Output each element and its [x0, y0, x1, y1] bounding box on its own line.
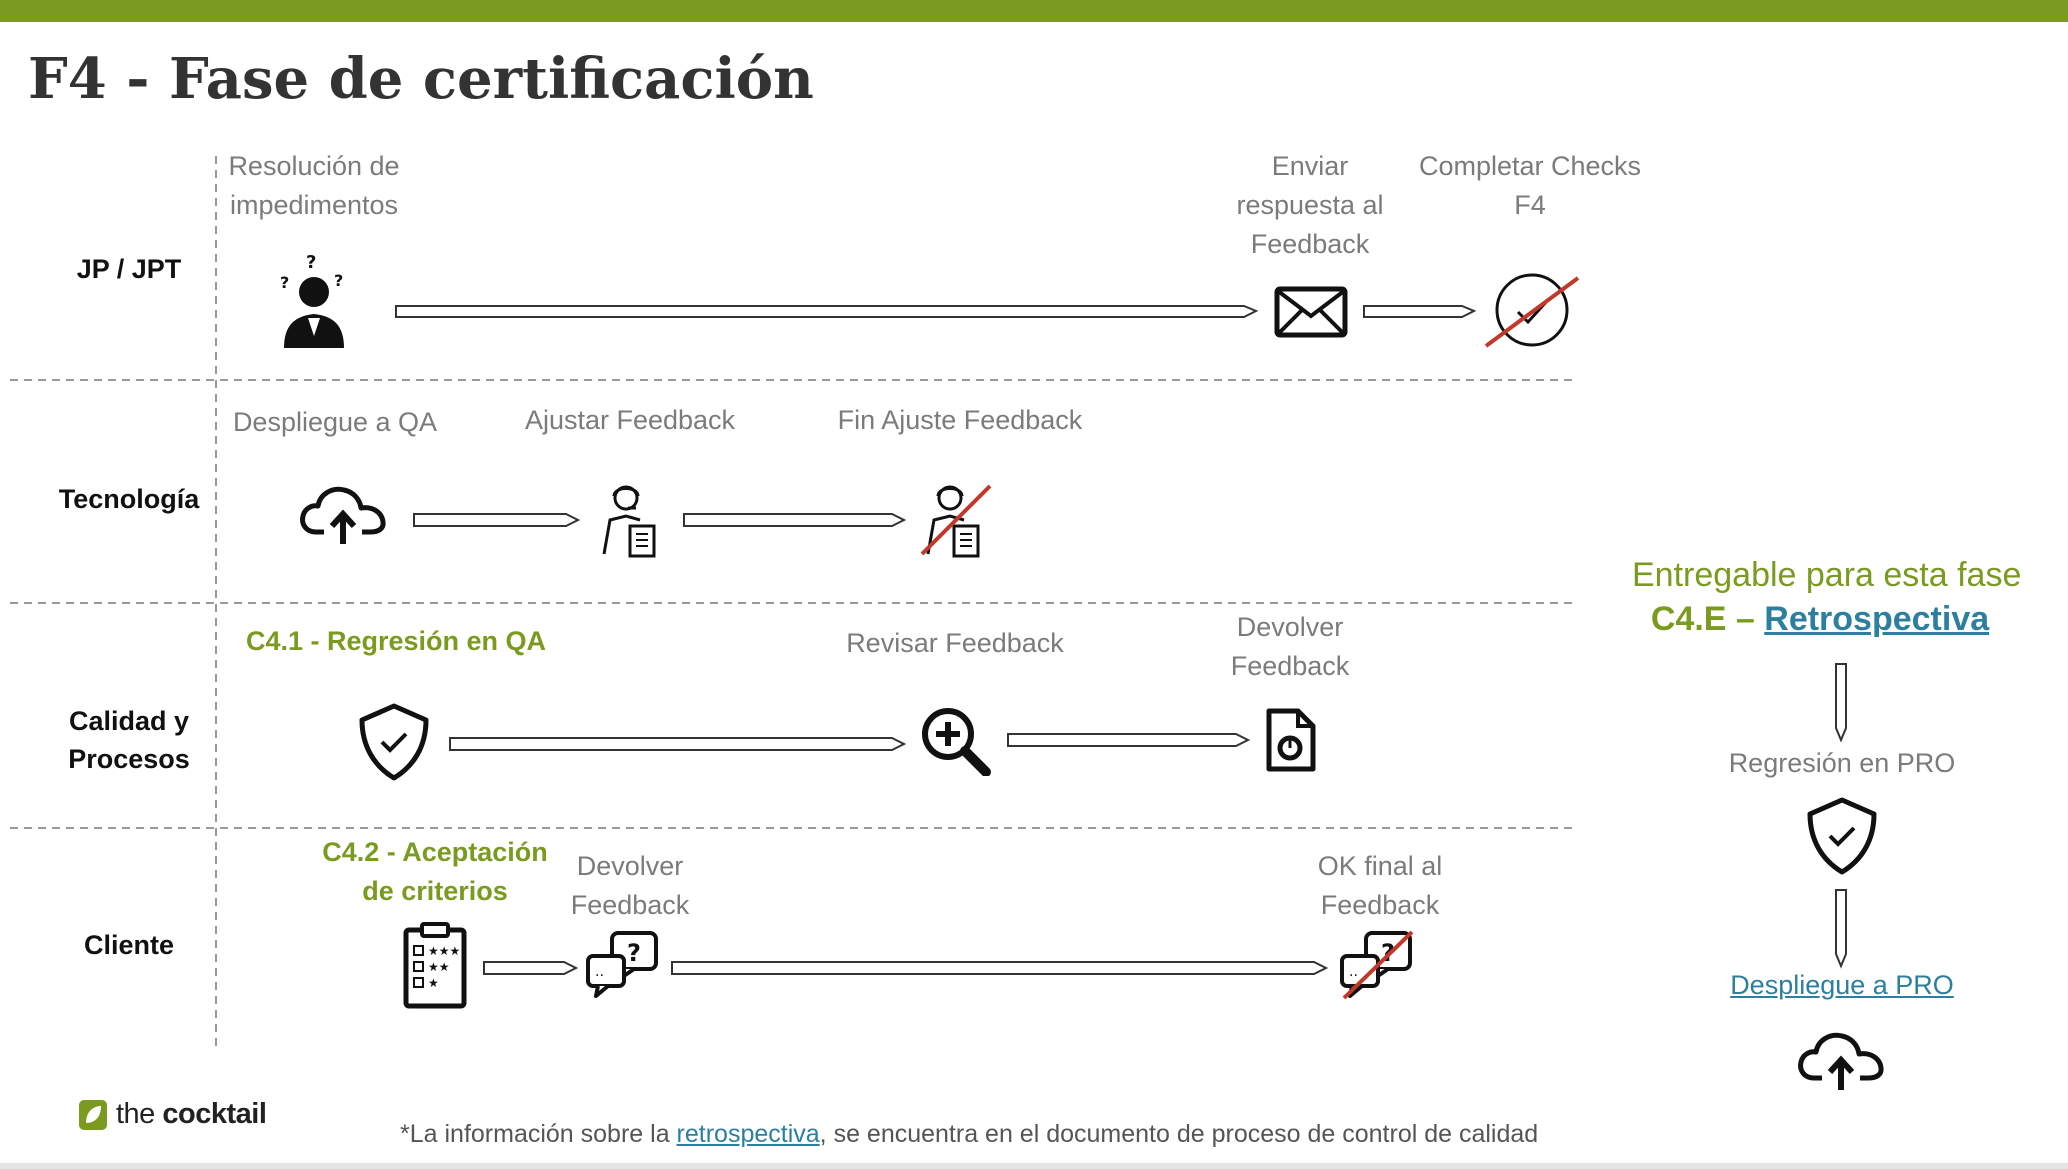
svg-text:..: .. [595, 964, 604, 980]
label-fin-ajuste: Fin Ajuste Feedback [837, 405, 1083, 435]
retrospectiva-link[interactable]: Retrospectiva [1764, 600, 1989, 638]
lane-calidad-line2: Procesos [68, 744, 190, 774]
svg-text:?: ? [334, 271, 343, 290]
lane-tecnologia: Tecnología [58, 484, 200, 514]
label-despliegue-qa: Despliegue a QA [232, 407, 438, 437]
label-resolucion: Resolución de impedimentos [228, 151, 400, 220]
envelope-icon [1274, 286, 1348, 338]
svg-text:?: ? [627, 939, 641, 967]
svg-text:★: ★ [428, 976, 439, 990]
lane-calidad: Calidad y Procesos [14, 702, 244, 778]
label-revisar-feedback: Revisar Feedback [846, 628, 1064, 658]
despliegue-pro-link[interactable]: Despliegue a PRO [1700, 966, 1984, 1005]
deliverable-heading: Entregable para esta fase [1632, 556, 2022, 594]
svg-text:..: .. [1349, 964, 1358, 980]
arrow-cli-2 [671, 961, 1329, 975]
arrow-jp-2 [1363, 305, 1477, 318]
checklist-icon: ★★★ ★★ ★ [403, 922, 467, 1009]
the-cocktail-logo: the cocktail [78, 1098, 267, 1131]
svg-text:★★: ★★ [428, 960, 450, 974]
arrow-tec-2 [683, 513, 907, 527]
chat-question-icon: ? .. [1340, 930, 1414, 1000]
svg-text:?: ? [306, 252, 316, 273]
arrow-deliv-1 [1835, 663, 1847, 743]
cocktail-leaf-icon [79, 1099, 107, 1130]
deliverable-code: C4.E – [1650, 600, 1755, 638]
cloud-upload-icon [300, 486, 386, 544]
shield-check-icon [359, 703, 429, 781]
lane-calidad-line1: Calidad y [68, 706, 190, 736]
label-completar-checks: Completar Checks F4 [1418, 151, 1642, 220]
logo-text: the cocktail [116, 1098, 267, 1130]
document-icon [1266, 708, 1316, 772]
arrow-tec-1 [413, 513, 581, 527]
confused-person-icon: ? ? ? [280, 252, 344, 348]
lane-cliente: Cliente [83, 930, 175, 960]
lane-jp: JP / JPT [76, 254, 182, 284]
label-regresion-pro: Regresión en PRO [1728, 748, 1956, 778]
shield-check-icon [1807, 797, 1877, 875]
chat-question-icon: ? .. [586, 931, 658, 998]
svg-text:?: ? [280, 273, 289, 292]
label-devolver-feedback-cli: Devolver Feedback [570, 851, 690, 920]
arrow-cal-1 [449, 737, 907, 751]
cloud-upload-icon [1798, 1032, 1884, 1090]
label-enviar-respuesta: Enviar respuesta al Feedback [1236, 151, 1384, 259]
label-ok-final: OK final al Feedback [1317, 851, 1443, 920]
check-circle-icon [1484, 273, 1580, 348]
arrow-jp-1 [395, 305, 1259, 318]
arrow-cli-1 [483, 961, 579, 975]
label-c42-aceptacion: C4.2 - Aceptación de criterios [322, 837, 548, 906]
label-ajustar-feedback: Ajustar Feedback [524, 405, 736, 435]
support-agent-icon [920, 484, 992, 558]
label-c41-regresion: C4.1 - Regresión en QA [245, 626, 547, 656]
footnote: *La información sobre la retrospectiva, … [400, 1120, 1539, 1148]
zoom-in-icon [922, 708, 991, 776]
footnote-retrospectiva-link[interactable]: retrospectiva [677, 1120, 820, 1148]
support-agent-icon [602, 485, 656, 558]
arrow-deliv-2 [1835, 889, 1847, 969]
label-devolver-feedback-cal: Devolver Feedback [1230, 612, 1350, 681]
arrow-cal-2 [1007, 733, 1251, 747]
deliverable-title: C4.E – Retrospectiva [1600, 600, 2040, 639]
svg-text:★★★: ★★★ [428, 944, 460, 958]
